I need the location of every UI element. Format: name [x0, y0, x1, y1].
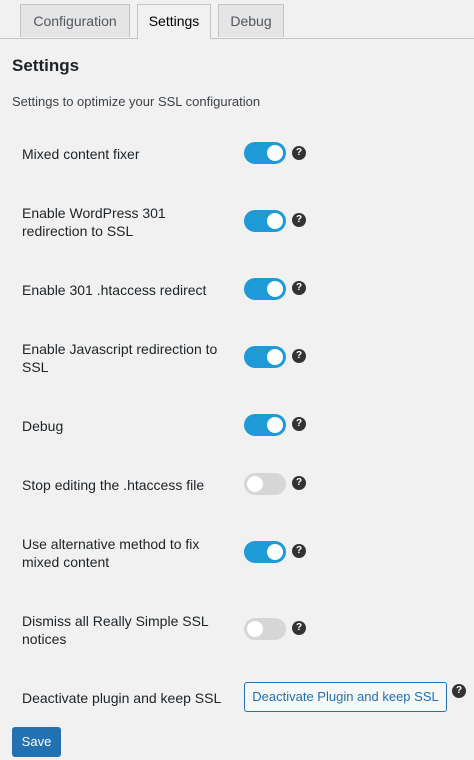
help-icon[interactable]: ?: [292, 281, 306, 295]
deactivate-label: Deactivate plugin and keep SSL: [22, 690, 222, 706]
setting-label-htaccess-redirect: Enable 301 .htaccess redirect: [22, 282, 207, 298]
toggle-alternative-mixed-content[interactable]: [244, 541, 286, 563]
toggle-mixed-content-fixer[interactable]: [244, 142, 286, 164]
tab-bar: Configuration Settings Debug: [0, 0, 474, 39]
help-icon[interactable]: ?: [292, 213, 306, 227]
deactivate-plugin-button[interactable]: Deactivate Plugin and keep SSL: [244, 682, 447, 712]
help-icon[interactable]: ?: [292, 544, 306, 558]
toggle-stop-editing-htaccess[interactable]: [244, 473, 286, 495]
tab-settings[interactable]: Settings: [137, 4, 211, 39]
toggle-javascript-redirect[interactable]: [244, 346, 286, 368]
toggle-dismiss-notices[interactable]: [244, 618, 286, 640]
help-icon[interactable]: ?: [292, 349, 306, 363]
setting-label-mixed-content-fixer: Mixed content fixer: [22, 146, 140, 162]
help-icon[interactable]: ?: [452, 684, 466, 698]
section-title: Settings: [12, 56, 80, 75]
tab-debug[interactable]: Debug: [218, 4, 284, 37]
toggle-knob: [267, 281, 283, 297]
help-icon[interactable]: ?: [292, 621, 306, 635]
setting-label-wordpress-301-redirect: Enable WordPress 301 redirection to SSL: [22, 205, 166, 239]
setting-label-stop-editing-htaccess: Stop editing the .htaccess file: [22, 477, 205, 493]
toggle-knob: [267, 544, 283, 560]
toggle-knob: [267, 349, 283, 365]
help-icon[interactable]: ?: [292, 417, 306, 431]
help-icon[interactable]: ?: [292, 146, 306, 160]
setting-label-dismiss-notices: Dismiss all Really Simple SSL notices: [22, 613, 209, 647]
toggle-htaccess-redirect[interactable]: [244, 278, 286, 300]
tab-configuration[interactable]: Configuration: [20, 4, 130, 37]
save-button[interactable]: Save: [12, 727, 61, 757]
toggle-knob: [247, 621, 263, 637]
toggle-knob: [267, 213, 283, 229]
setting-label-javascript-redirect: Enable Javascript redirection to SSL: [22, 341, 218, 375]
toggle-knob: [267, 145, 283, 161]
toggle-knob: [267, 417, 283, 433]
help-icon[interactable]: ?: [292, 476, 306, 490]
setting-label-debug: Debug: [22, 418, 64, 434]
setting-label-alternative-mixed-content: Use alternative method to fix mixed cont…: [22, 536, 200, 570]
toggle-knob: [247, 476, 263, 492]
toggle-debug[interactable]: [244, 414, 286, 436]
toggle-wordpress-301-redirect[interactable]: [244, 210, 286, 232]
section-description: Settings to optimize your SSL configurat…: [12, 94, 261, 109]
